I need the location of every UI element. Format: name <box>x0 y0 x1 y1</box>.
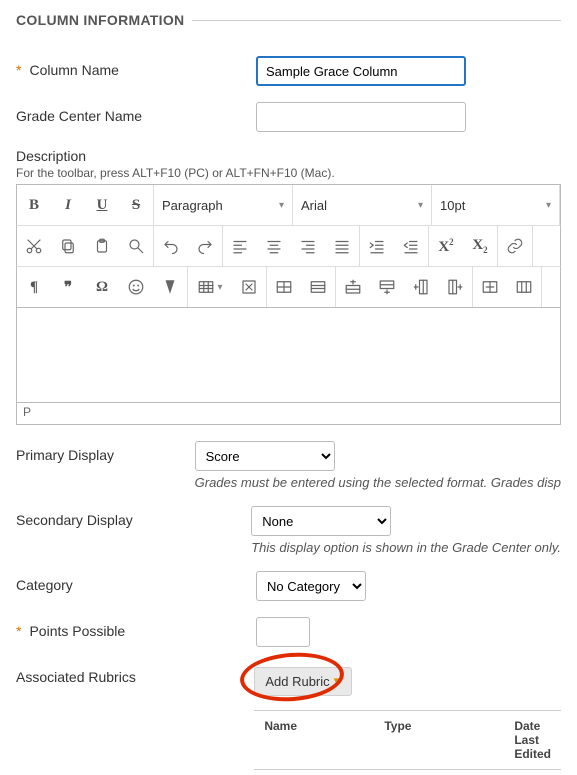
section-title: COLUMN INFORMATION <box>16 12 184 28</box>
section-header: COLUMN INFORMATION <box>16 12 561 28</box>
cut-button[interactable] <box>17 226 51 266</box>
primary-display-select[interactable]: Score <box>195 441 335 471</box>
points-possible-label: Points Possible <box>29 623 125 639</box>
primary-display-help: Grades must be entered using the selecte… <box>195 475 561 490</box>
subscript-button[interactable]: X2 <box>463 226 497 266</box>
link-button[interactable] <box>498 226 532 266</box>
associated-rubrics-label: Associated Rubrics <box>16 669 136 685</box>
merge-cells-button[interactable] <box>473 267 507 307</box>
redo-button[interactable] <box>188 226 222 266</box>
find-button[interactable] <box>119 226 153 266</box>
category-label: Category <box>16 577 73 593</box>
insert-table-button[interactable]: ▾ <box>188 267 232 307</box>
required-marker: * <box>16 63 21 77</box>
emoji-button[interactable] <box>119 267 153 307</box>
column-name-input[interactable] <box>256 56 466 86</box>
category-select[interactable]: No Category <box>256 571 366 601</box>
secondary-display-help: This display option is shown in the Grad… <box>251 540 561 555</box>
special-char-button[interactable]: Ω <box>85 267 119 307</box>
chevron-down-icon: ▾ <box>418 200 423 211</box>
table-cell-props-button[interactable] <box>267 267 301 307</box>
italic-button[interactable]: I <box>51 185 85 225</box>
chevron-down-icon: ▾ <box>217 282 222 293</box>
rubric-table-header: Name Type Date Last Edited <box>254 710 561 770</box>
rubric-col-date: Date Last Edited <box>504 711 561 769</box>
block-format-dropdown[interactable]: Paragraph ▾ <box>154 185 292 225</box>
description-hint: For the toolbar, press ALT+F10 (PC) or A… <box>16 166 561 180</box>
superscript-button[interactable]: X2 <box>429 226 463 266</box>
column-name-label: Column Name <box>29 62 118 78</box>
rubric-col-name: Name <box>254 711 374 769</box>
table-row-props-button[interactable] <box>301 267 335 307</box>
primary-display-label: Primary Display <box>16 447 114 463</box>
align-right-button[interactable] <box>291 226 325 266</box>
align-left-button[interactable] <box>223 226 257 266</box>
paste-button[interactable] <box>85 226 119 266</box>
add-rubric-button[interactable]: Add Rubric ▾▾ <box>254 667 351 696</box>
chevron-down-icon: ▾ <box>546 200 551 211</box>
insert-row-before-button[interactable] <box>336 267 370 307</box>
anchor-button[interactable] <box>153 267 187 307</box>
insert-col-before-button[interactable] <box>404 267 438 307</box>
grade-center-name-label: Grade Center Name <box>16 108 142 124</box>
rubric-col-type: Type <box>374 711 504 769</box>
font-size-dropdown[interactable]: 10pt ▾ <box>432 185 559 225</box>
description-label: Description <box>16 148 561 164</box>
split-cells-button[interactable] <box>507 267 541 307</box>
insert-row-after-button[interactable] <box>370 267 404 307</box>
align-justify-button[interactable] <box>325 226 359 266</box>
editor-path: P <box>16 403 561 425</box>
outdent-button[interactable] <box>394 226 428 266</box>
required-marker: * <box>16 624 21 638</box>
font-family-dropdown[interactable]: Arial ▾ <box>293 185 431 225</box>
blockquote-button[interactable]: ❞ <box>51 267 85 307</box>
align-center-button[interactable] <box>257 226 291 266</box>
insert-col-after-button[interactable] <box>438 267 472 307</box>
chevron-down-icon: ▾ <box>279 200 284 211</box>
underline-button[interactable]: U <box>85 185 119 225</box>
section-rule <box>192 20 561 21</box>
ltr-button[interactable]: ¶ <box>17 267 51 307</box>
bold-button[interactable]: B <box>17 185 51 225</box>
undo-button[interactable] <box>154 226 188 266</box>
description-editor[interactable] <box>16 307 561 403</box>
points-possible-input[interactable] <box>256 617 310 647</box>
delete-table-button[interactable] <box>232 267 266 307</box>
chevron-down-icon: ▾▾ <box>334 676 341 687</box>
secondary-display-label: Secondary Display <box>16 512 133 528</box>
copy-button[interactable] <box>51 226 85 266</box>
secondary-display-select[interactable]: None <box>251 506 391 536</box>
grade-center-name-input[interactable] <box>256 102 466 132</box>
indent-button[interactable] <box>360 226 394 266</box>
strike-button[interactable]: S <box>119 185 153 225</box>
